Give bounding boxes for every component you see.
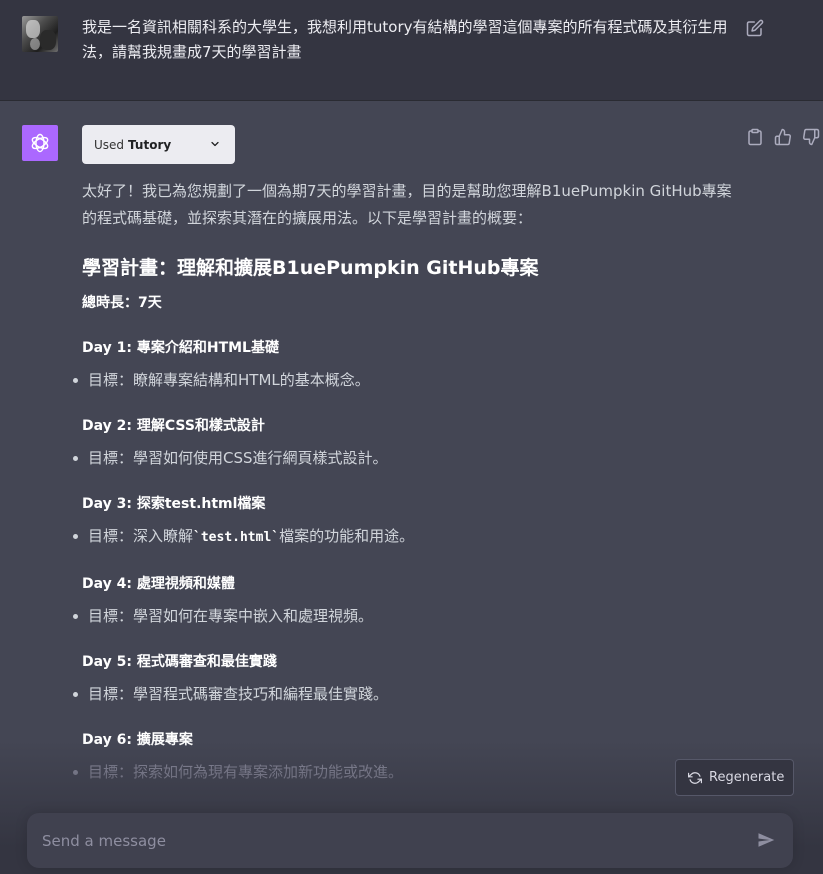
inline-code: `test.html` xyxy=(193,530,280,545)
day-goal-text: 目標：學習如何在專案中嵌入和處理視頻。 xyxy=(88,607,374,625)
assistant-avatar xyxy=(22,125,58,161)
day-goal: 目標：學習程式碼審查技巧和編程最佳實踐。 xyxy=(73,682,742,706)
user-message-text: 我是一名資訊相關科系的大學生，我想利用tutory有結構的學習這個專案的所有程式… xyxy=(82,18,728,61)
user-avatar xyxy=(22,16,58,52)
day-goal: 目標：探索如何為現有專案添加新功能或改進。 xyxy=(73,760,742,784)
regenerate-button[interactable]: Regenerate xyxy=(675,759,794,796)
openai-logo-icon xyxy=(31,133,49,153)
message-input[interactable] xyxy=(42,829,722,853)
day-goal-text: 檔案的功能和用途。 xyxy=(279,527,415,545)
assistant-message-content: 太好了！我已為您規劃了一個為期7天的學習計畫，目的是幫助您理解B1uePumpk… xyxy=(73,178,742,784)
day-title: Day 3: 探索test.html檔案 xyxy=(82,496,266,512)
day-goal-text: 目標：瞭解專案結構和HTML的基本概念。 xyxy=(88,371,370,389)
day-goal: 目標：瞭解專案結構和HTML的基本概念。 xyxy=(73,368,742,392)
plan-duration: 總時長：7天 xyxy=(82,295,162,311)
day-goal-text: 目標：學習程式碼審查技巧和編程最佳實踐。 xyxy=(88,685,389,703)
day-section: Day 5: 程式碼審查和最佳實踐 目標：學習程式碼審查技巧和編程最佳實踐。 xyxy=(73,650,742,706)
assistant-intro: 太好了！我已為您規劃了一個為期7天的學習計畫，目的是幫助您理解B1uePumpk… xyxy=(82,182,732,227)
day-title: Day 2: 理解CSS和樣式設計 xyxy=(82,418,265,434)
edit-icon[interactable] xyxy=(746,19,764,37)
message-actions xyxy=(746,128,822,148)
day-goal: 目標：學習如何在專案中嵌入和處理視頻。 xyxy=(73,604,742,628)
day-goal-text: 目標：學習如何使用CSS進行網頁樣式設計。 xyxy=(88,449,388,467)
plan-heading: 學習計畫：理解和擴展B1uePumpkin GitHub專案 xyxy=(82,257,539,279)
day-title: Day 4: 處理視頻和媒體 xyxy=(82,576,235,592)
plugin-name: Tutory xyxy=(128,137,172,152)
day-goal-text: 目標：深入瞭解 xyxy=(88,527,194,545)
message-composer xyxy=(27,813,793,868)
send-icon[interactable] xyxy=(757,831,775,849)
day-section: Day 6: 擴展專案 目標：探索如何為現有專案添加新功能或改進。 xyxy=(73,728,742,784)
thumbs-down-icon[interactable] xyxy=(802,128,820,146)
day-goal: 目標：深入瞭解`test.html`檔案的功能和用途。 xyxy=(73,524,742,550)
plugin-used-button[interactable]: Used Tutory xyxy=(82,125,235,164)
day-section: Day 3: 探索test.html檔案 目標：深入瞭解`test.html`檔… xyxy=(73,492,742,550)
refresh-icon xyxy=(688,771,702,784)
chevron-down-icon xyxy=(211,141,219,147)
clipboard-icon[interactable] xyxy=(746,128,764,146)
day-title: Day 6: 擴展專案 xyxy=(82,732,193,748)
plugin-prefix: Used xyxy=(94,137,125,152)
day-title: Day 5: 程式碼審查和最佳實踐 xyxy=(82,654,277,670)
thumbs-up-icon[interactable] xyxy=(774,128,792,146)
day-title: Day 1: 專案介紹和HTML基礎 xyxy=(82,340,279,356)
day-section: Day 1: 專案介紹和HTML基礎 目標：瞭解專案結構和HTML的基本概念。 xyxy=(73,336,742,392)
day-section: Day 2: 理解CSS和樣式設計 目標：學習如何使用CSS進行網頁樣式設計。 xyxy=(73,414,742,470)
day-goal-text: 目標：探索如何為現有專案添加新功能或改進。 xyxy=(88,763,404,781)
user-message-row: 我是一名資訊相關科系的大學生，我想利用tutory有結構的學習這個專案的所有程式… xyxy=(0,0,823,101)
day-goal: 目標：學習如何使用CSS進行網頁樣式設計。 xyxy=(73,446,742,470)
day-section: Day 4: 處理視頻和媒體 目標：學習如何在專案中嵌入和處理視頻。 xyxy=(73,572,742,628)
regenerate-label: Regenerate xyxy=(709,770,785,785)
